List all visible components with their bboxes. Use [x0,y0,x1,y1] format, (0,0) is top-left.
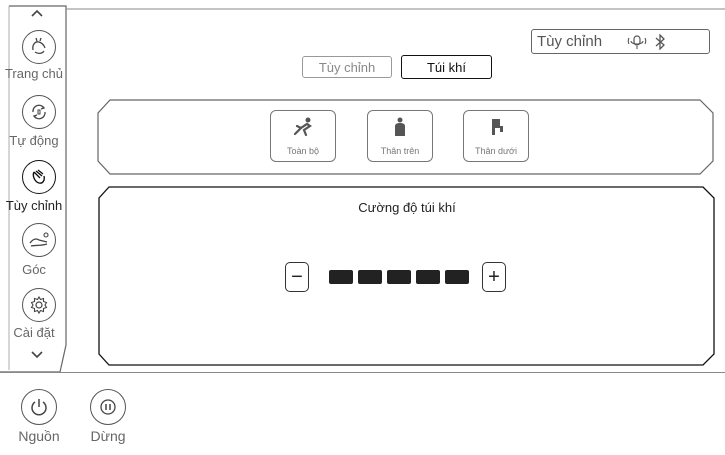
tab-airbag[interactable]: Túi khí [401,55,492,79]
gear-icon [22,288,56,322]
intensity-level-segment [387,270,411,284]
status-text: Tùy chỉnh [537,33,603,50]
pause-label: Dừng [90,428,126,444]
upper-body-icon [395,117,405,136]
full-body-chair-icon [293,117,312,137]
intensity-title: Cường độ túi khí [358,200,456,215]
top-divider [66,8,725,10]
mode-lower-body-button[interactable]: Thân dưới [463,110,529,162]
mode-label: Toàn bộ [286,146,320,156]
increase-button[interactable]: + [482,262,506,292]
intensity-level-segment [416,270,440,284]
power-button[interactable] [21,389,57,425]
intensity-level-bars [329,270,469,284]
lower-body-icon [492,119,503,135]
sidebar-item-label: Góc [22,262,46,277]
mode-full-body-button[interactable]: Toàn bộ [270,110,336,162]
power-label: Nguồn [18,428,60,444]
auto-cycle-icon [22,95,56,129]
bottom-divider [0,372,725,373]
bluetooth-icon [655,33,665,50]
mode-label: Thân dưới [475,146,517,156]
mode-label: Thân trên [380,146,420,156]
sidebar-item-label: Trang chủ [4,66,64,81]
pause-button[interactable] [90,389,126,425]
intensity-level-segment [445,270,469,284]
intensity-level-segment [358,270,382,284]
sidebar-item-label: Cài đặt [13,325,55,340]
status-box: Tùy chỉnh [531,29,710,54]
sidebar-item-custom[interactable]: Tùy chỉnh [6,160,67,213]
sidebar-item-auto[interactable]: Tự động [6,95,67,148]
hand-wave-icon [22,30,56,64]
tab-custom[interactable]: Tùy chỉnh [302,56,392,78]
voice-icon [627,34,647,49]
scroll-up-icon[interactable] [30,8,44,18]
pause-icon [90,389,126,425]
scroll-down-icon[interactable] [30,350,44,360]
sidebar-item-label: Tự động [9,133,59,148]
hand-custom-icon [22,160,56,194]
mode-upper-body-button[interactable]: Thân trên [367,110,433,162]
sidebar-item-angle[interactable]: Góc [6,223,67,277]
decrease-button[interactable]: − [285,262,309,292]
intensity-level-segment [329,270,353,284]
sidebar-item-settings[interactable]: Cài đặt [6,288,67,340]
recline-angle-icon [22,223,56,257]
sidebar-item-label: Tùy chỉnh [5,198,63,213]
power-icon [21,389,57,425]
sidebar-item-home[interactable]: Trang chủ [5,30,67,81]
